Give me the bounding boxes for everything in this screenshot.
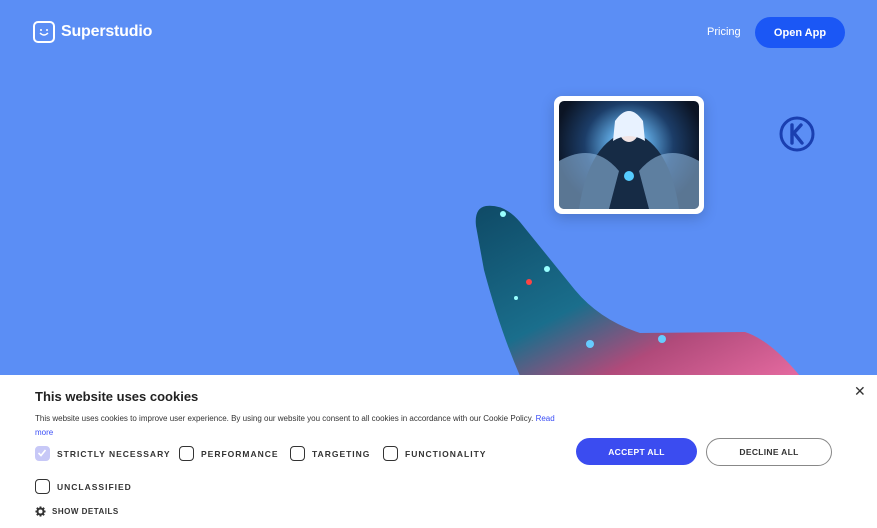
option-strictly-necessary[interactable]: STRICTLY NECESSARY xyxy=(35,446,171,461)
option-unclassified[interactable]: UNCLASSIFIED xyxy=(35,479,132,494)
show-details-label: SHOW DETAILS xyxy=(52,507,119,516)
accept-all-button[interactable]: ACCEPT ALL xyxy=(576,438,697,465)
brand-name: Superstudio xyxy=(61,23,153,40)
k-logo-icon xyxy=(779,116,815,152)
checkbox-functionality[interactable] xyxy=(383,446,398,461)
option-label: STRICTLY NECESSARY xyxy=(57,448,171,459)
featured-image-card xyxy=(554,96,704,214)
checkbox-unclassified[interactable] xyxy=(35,479,50,494)
option-label: PERFORMANCE xyxy=(201,448,279,459)
gear-icon xyxy=(35,506,46,517)
show-details-toggle[interactable]: SHOW DETAILS xyxy=(35,506,119,517)
close-icon[interactable]: ✕ xyxy=(854,383,866,400)
cookie-banner: This website uses cookies ✕ This website… xyxy=(0,375,877,528)
option-targeting[interactable]: TARGETING xyxy=(290,446,370,461)
cookie-banner-description: This website uses cookies to improve use… xyxy=(35,412,575,440)
checkbox-strictly-necessary[interactable] xyxy=(35,446,50,461)
option-functionality[interactable]: FUNCTIONALITY xyxy=(383,446,486,461)
cookie-banner-title: This website uses cookies xyxy=(35,389,199,404)
option-label: FUNCTIONALITY xyxy=(405,448,487,459)
decline-all-button[interactable]: DECLINE ALL xyxy=(706,438,832,466)
brand-logo[interactable]: Superstudio xyxy=(33,21,152,43)
option-label: UNCLASSIFIED xyxy=(57,481,132,492)
nav-pricing-link[interactable]: Pricing xyxy=(707,26,741,38)
option-performance[interactable]: PERFORMANCE xyxy=(179,446,279,461)
featured-image xyxy=(559,101,699,209)
smiley-logo-icon xyxy=(33,21,55,43)
cookie-description-text: This website uses cookies to improve use… xyxy=(35,414,534,423)
checkbox-performance[interactable] xyxy=(179,446,194,461)
option-label: TARGETING xyxy=(312,448,371,459)
checkbox-targeting[interactable] xyxy=(290,446,305,461)
open-app-button[interactable]: Open App xyxy=(755,17,845,48)
